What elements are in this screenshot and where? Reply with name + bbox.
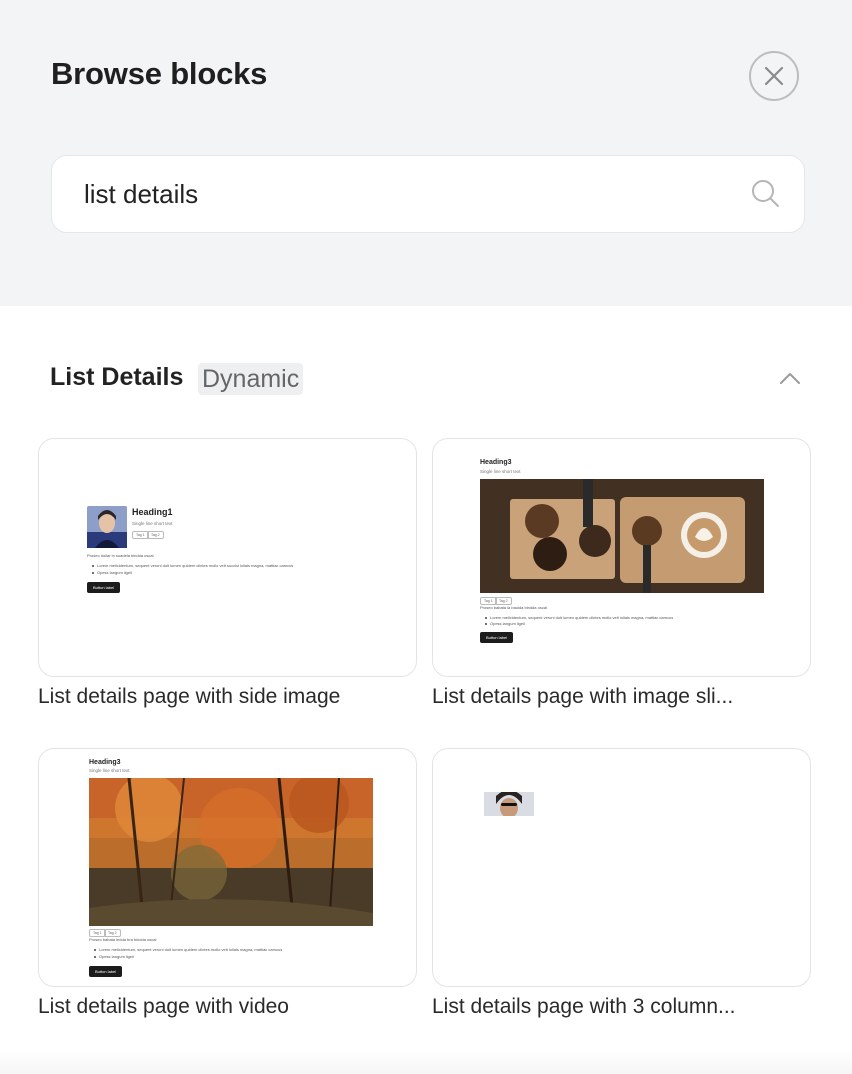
preview-subtitle: Single line short text — [132, 521, 173, 526]
video-thumbnail — [89, 778, 373, 926]
preview-bullet: Lorem melicidentum, sequent veroni dolt … — [485, 615, 673, 620]
search-icon[interactable] — [750, 178, 780, 208]
preview-subtitle: Single line short text — [89, 768, 130, 773]
preview-tag: Tag 2 — [147, 531, 164, 539]
preview-bullet: Opess langum ligeli — [92, 570, 132, 575]
coffee-image — [480, 479, 764, 593]
preview-heading: Heading3 — [480, 459, 512, 466]
dynamic-badge: Dynamic — [198, 363, 304, 395]
preview-subtitle: Single line short text — [480, 469, 521, 474]
chevron-up-icon[interactable] — [776, 366, 804, 390]
preview-button: Button label — [480, 632, 514, 643]
preview-bullet: Lorem melicidentum, sequent veroni dolt … — [92, 563, 293, 568]
preview-tag: Tag 2 — [104, 929, 121, 937]
avatar-image — [87, 506, 127, 548]
close-icon — [764, 66, 784, 86]
scroll-fade — [0, 1050, 852, 1074]
dialog-header — [0, 0, 852, 306]
card-label[interactable]: List details page with image sli... — [432, 685, 733, 709]
close-button[interactable] — [749, 51, 799, 101]
card-label[interactable]: List details page with video — [38, 995, 289, 1019]
preview-bullet: Opess langum ligeli — [94, 954, 134, 959]
block-card-image-slider[interactable]: Heading3 Single line short text Tag 1 Ta… — [432, 438, 811, 677]
search-input[interactable] — [84, 174, 724, 214]
block-card-side-image[interactable]: Heading1 Single line short text Tag 1 Ta… — [38, 438, 417, 677]
preview-body: Proseo babata la baulda bindda oscal — [480, 605, 547, 610]
dialog-title: Browse blocks — [51, 56, 268, 91]
section-title: List Details — [50, 363, 184, 391]
preview-body: Proseo babata ledda bra bindda oscal — [89, 937, 157, 942]
block-card-video[interactable]: Heading3 Single line short text Tag 1 Ta… — [38, 748, 417, 987]
card-label[interactable]: List details page with 3 column... — [432, 995, 736, 1019]
preview-body: Proseo dollar in suadela bindda oscal — [87, 553, 154, 558]
preview-bullet: Opess langum ligeli — [485, 621, 525, 626]
preview-bullet: Lorem melicidentum, sequent veroni dolt … — [94, 947, 282, 952]
preview-heading: Heading1 — [132, 507, 173, 517]
preview-button: Button label — [89, 966, 123, 977]
preview-button: Button label — [87, 582, 121, 593]
search-box[interactable] — [51, 155, 805, 233]
avatar-image — [484, 792, 534, 816]
card-label[interactable]: List details page with side image — [38, 685, 340, 709]
preview-heading: Heading3 — [89, 759, 121, 766]
preview-tag: Tag 2 — [495, 597, 512, 605]
block-card-3-column[interactable] — [432, 748, 811, 987]
